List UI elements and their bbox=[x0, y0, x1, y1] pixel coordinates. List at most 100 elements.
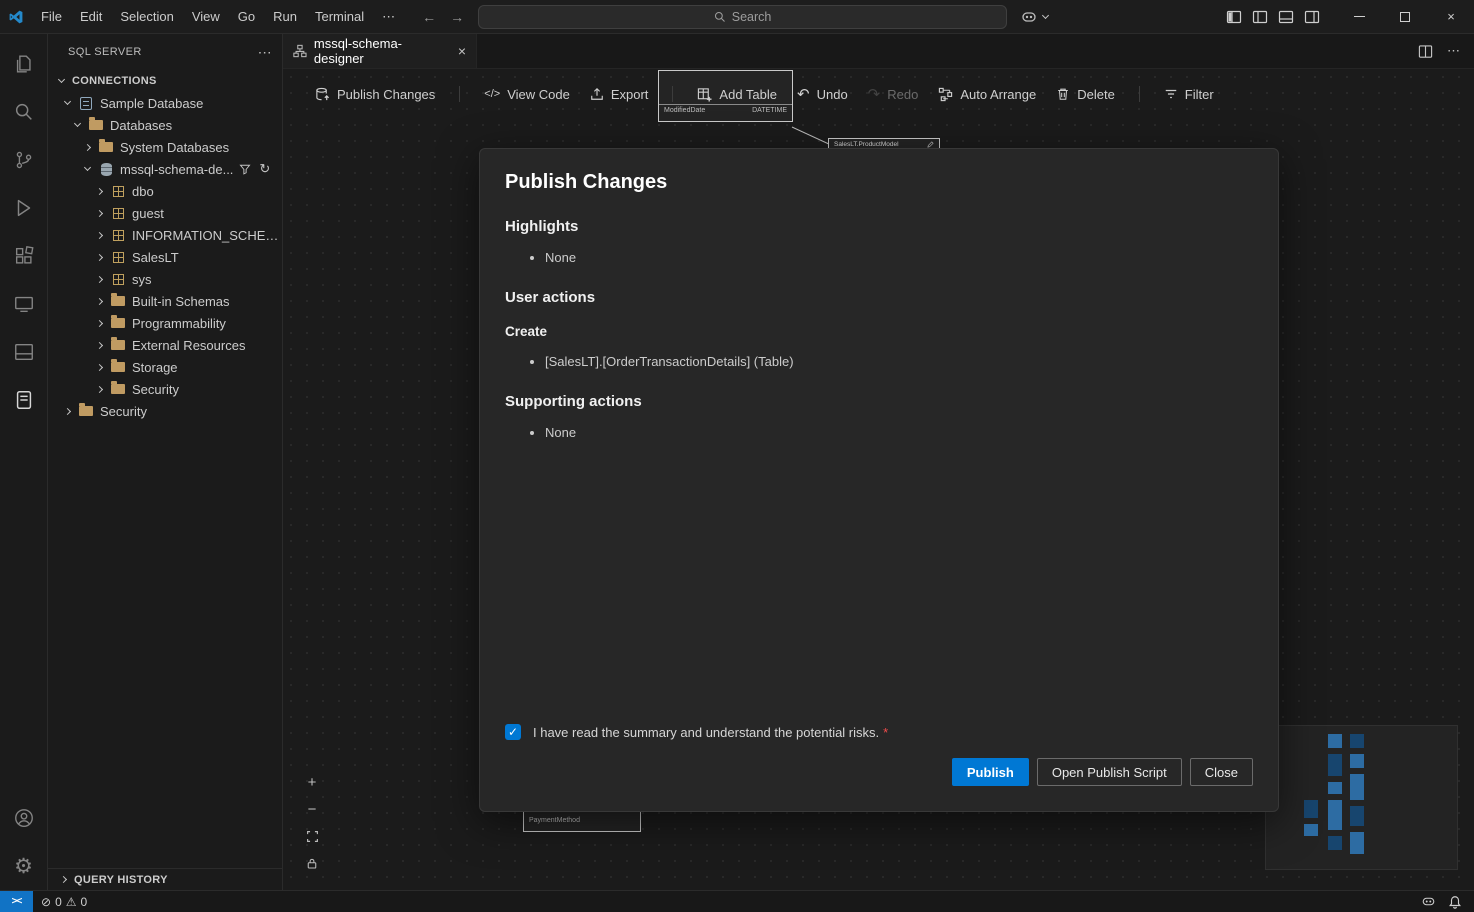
tree-item-programmability[interactable]: Programmability bbox=[48, 312, 282, 334]
notifications-bell-icon[interactable] bbox=[1448, 895, 1462, 909]
undo-button[interactable]: ↶ Undo bbox=[787, 82, 858, 107]
remote-explorer-icon[interactable] bbox=[0, 280, 48, 328]
filter-button[interactable]: Filter bbox=[1154, 82, 1224, 107]
auto-arrange-button[interactable]: Auto Arrange bbox=[928, 82, 1046, 107]
filter-icon bbox=[1164, 87, 1178, 101]
copilot-status-icon[interactable] bbox=[1421, 895, 1436, 908]
problems-indicator[interactable]: ⊘ 0 ⚠ 0 bbox=[33, 895, 95, 909]
view-code-button[interactable]: </> View Code bbox=[474, 82, 580, 107]
toggle-panel-icon[interactable] bbox=[1278, 9, 1294, 25]
fit-view-button[interactable] bbox=[303, 827, 321, 845]
schema-designer-canvas[interactable]: Publish Changes </> View Code Export A bbox=[283, 69, 1474, 890]
schema-icon bbox=[110, 230, 126, 241]
settings-gear-icon[interactable]: ⚙ bbox=[0, 842, 48, 890]
menu-overflow[interactable]: ⋯ bbox=[373, 5, 404, 29]
risk-checkbox[interactable]: ✓ bbox=[505, 724, 521, 740]
search-view-icon[interactable] bbox=[0, 88, 48, 136]
sidebar-more-actions[interactable]: ⋯ bbox=[258, 44, 272, 61]
tree-item-label: sys bbox=[132, 272, 152, 287]
open-publish-script-button[interactable]: Open Publish Script bbox=[1037, 758, 1182, 786]
chevron-right-icon bbox=[96, 209, 103, 216]
tree-item-external-resources[interactable]: External Resources bbox=[48, 334, 282, 356]
close-window-button[interactable]: × bbox=[1428, 0, 1474, 33]
extensions-icon[interactable] bbox=[0, 232, 48, 280]
tree-item-sample-database[interactable]: Sample Database bbox=[48, 92, 282, 114]
delete-button[interactable]: Delete bbox=[1046, 82, 1125, 107]
menu-selection[interactable]: Selection bbox=[111, 5, 182, 29]
explorer-icon[interactable] bbox=[0, 40, 48, 88]
menu-edit[interactable]: Edit bbox=[71, 5, 111, 29]
publish-button[interactable]: Publish bbox=[952, 758, 1029, 786]
tree-item-storage[interactable]: Storage bbox=[48, 356, 282, 378]
menu-view[interactable]: View bbox=[183, 5, 229, 29]
copilot-menu-button[interactable] bbox=[1021, 9, 1056, 25]
tree-item-security-db[interactable]: Security bbox=[48, 378, 282, 400]
remote-indicator[interactable]: >< bbox=[0, 891, 33, 912]
activity-bar: ⚙ bbox=[0, 34, 48, 890]
lock-button[interactable] bbox=[303, 854, 321, 872]
tree-item-label: Storage bbox=[132, 360, 178, 375]
chevron-right-icon bbox=[60, 876, 67, 883]
tree-item-guest[interactable]: guest bbox=[48, 202, 282, 224]
tree-item-databases[interactable]: Databases bbox=[48, 114, 282, 136]
tree-item-built-in-schemas[interactable]: Built-in Schemas bbox=[48, 290, 282, 312]
refresh-icon[interactable]: ↻ bbox=[259, 161, 270, 177]
trash-icon bbox=[1056, 87, 1070, 101]
tree-item-information-schema[interactable]: INFORMATION_SCHEMA bbox=[48, 224, 282, 246]
close-dialog-button[interactable]: Close bbox=[1190, 758, 1253, 786]
zoom-out-button[interactable]: − bbox=[303, 800, 321, 818]
menu-terminal[interactable]: Terminal bbox=[306, 5, 373, 29]
account-icon[interactable] bbox=[0, 794, 48, 842]
chevron-right-icon bbox=[96, 385, 103, 392]
tree-item-dbo[interactable]: dbo bbox=[48, 180, 282, 202]
export-button[interactable]: Export bbox=[580, 82, 659, 107]
run-debug-icon[interactable] bbox=[0, 184, 48, 232]
tree-item-sys[interactable]: sys bbox=[48, 268, 282, 290]
editor-more-actions[interactable]: ⋯ bbox=[1447, 43, 1460, 59]
menu-file[interactable]: File bbox=[32, 5, 71, 29]
filter-icon[interactable] bbox=[239, 163, 251, 175]
tree-section-connections[interactable]: CONNECTIONS bbox=[48, 70, 282, 92]
minimize-button[interactable] bbox=[1336, 0, 1382, 33]
split-editor-icon[interactable] bbox=[1418, 44, 1433, 59]
toggle-secondary-sidebar-icon[interactable] bbox=[1304, 9, 1320, 25]
customize-layout-icon[interactable] bbox=[1226, 9, 1242, 25]
risk-checkbox-label[interactable]: I have read the summary and understand t… bbox=[533, 725, 888, 740]
required-marker: * bbox=[883, 725, 888, 740]
command-center-search[interactable]: Search bbox=[478, 5, 1007, 29]
menu-go[interactable]: Go bbox=[229, 5, 264, 29]
redo-button[interactable]: ↷ Redo bbox=[858, 82, 929, 107]
maximize-button[interactable] bbox=[1382, 0, 1428, 33]
toolbar-label: Redo bbox=[887, 87, 918, 102]
back-icon[interactable]: ← bbox=[422, 9, 436, 25]
table-node-fragment-bottom[interactable]: PaymentMethod bbox=[523, 810, 641, 832]
folder-icon bbox=[110, 384, 126, 394]
error-icon: ⊘ bbox=[41, 895, 51, 909]
panel-view-icon[interactable] bbox=[0, 328, 48, 376]
toolbar-separator bbox=[1139, 86, 1140, 102]
forward-icon[interactable]: → bbox=[450, 9, 464, 25]
redo-icon: ↷ bbox=[868, 87, 881, 102]
folder-icon bbox=[98, 142, 114, 152]
tree-item-security-server[interactable]: Security bbox=[48, 400, 282, 422]
maximize-icon bbox=[1400, 12, 1410, 22]
publish-changes-button[interactable]: Publish Changes bbox=[305, 82, 445, 107]
publish-changes-dialog: Publish Changes Highlights None User act… bbox=[479, 148, 1279, 812]
designer-toolbar: Publish Changes </> View Code Export A bbox=[283, 77, 1474, 111]
minimap[interactable] bbox=[1265, 725, 1458, 870]
menu-run[interactable]: Run bbox=[264, 5, 306, 29]
chevron-right-icon bbox=[96, 363, 103, 370]
add-table-button[interactable]: Add Table bbox=[687, 82, 787, 107]
query-history-section[interactable]: QUERY HISTORY bbox=[48, 868, 282, 890]
tree-item-mssql-schema-designer-db[interactable]: mssql-schema-de... ↻ bbox=[48, 158, 282, 180]
tab-close-icon[interactable]: × bbox=[458, 43, 466, 59]
zoom-in-button[interactable]: + bbox=[303, 773, 321, 791]
tab-mssql-schema-designer[interactable]: mssql-schema-designer × bbox=[283, 34, 477, 68]
schema-icon bbox=[110, 208, 126, 219]
tree-item-saleslt[interactable]: SalesLT bbox=[48, 246, 282, 268]
source-control-icon[interactable] bbox=[0, 136, 48, 184]
toggle-primary-sidebar-icon[interactable] bbox=[1252, 9, 1268, 25]
sql-server-view-icon[interactable] bbox=[0, 376, 48, 424]
tree-item-system-databases[interactable]: System Databases bbox=[48, 136, 282, 158]
chevron-down-icon bbox=[84, 164, 91, 171]
